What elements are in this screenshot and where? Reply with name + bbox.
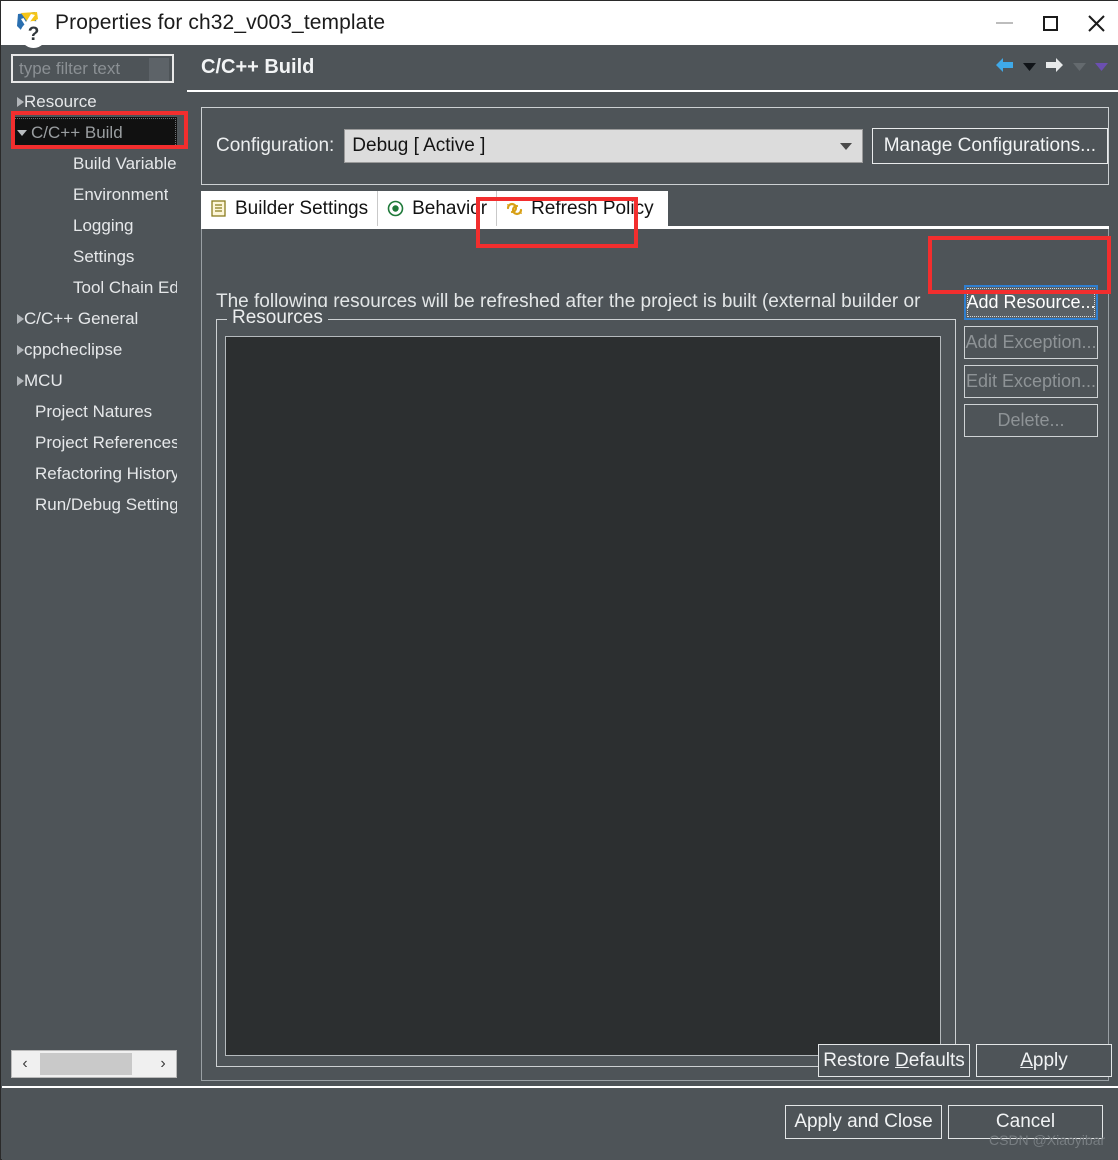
sidebar-item-label: C/C++ General [24,308,139,328]
back-menu-chevron-down-icon[interactable] [1023,59,1036,77]
sidebar-item-cpp-build[interactable]: C/C++ Build [11,117,177,148]
scrollbar-thumb[interactable] [40,1053,132,1075]
tab-label: Behavior [412,197,488,219]
sidebar-item-logging[interactable]: Logging [11,210,177,241]
properties-tree[interactable]: Resource C/C++ Build Build Variables Env… [11,86,177,1088]
sidebar-item-label: Project Natures [35,401,153,421]
apply-button[interactable]: Apply [976,1044,1112,1077]
sidebar-item-run-debug-settings[interactable]: Run/Debug Settings [11,489,177,520]
window-controls [981,1,1118,45]
sidebar-item-refactoring-history[interactable]: Refactoring History [11,458,177,489]
apply-label: Apply [1020,1049,1068,1071]
scroll-left-icon[interactable]: ‹ [12,1051,38,1077]
scroll-right-icon[interactable]: › [150,1051,176,1077]
title-bar: Properties for ch32_v003_template [1,1,1118,45]
watermark-text: CSDN @Xiaoyibar [989,1132,1106,1148]
resources-group-label: Resources [227,307,328,329]
chevron-down-icon[interactable] [17,129,27,136]
chevron-down-icon[interactable] [839,143,852,150]
resource-action-buttons: Add Resource... Add Exception... Edit Ex… [964,285,1098,437]
sidebar-item-label: Environment [73,184,169,204]
forward-arrow-icon[interactable] [1045,57,1064,78]
chevron-right-icon[interactable] [17,313,24,324]
maximize-icon[interactable] [1027,1,1073,45]
sidebar-item-label: Run/Debug Settings [35,494,177,514]
edit-exception-button: Edit Exception... [964,365,1098,398]
add-exception-button: Add Exception... [964,326,1098,359]
properties-dialog-window: Properties for ch32_v003_template Resour… [0,0,1118,1160]
sidebar-item-resource[interactable]: Resource [11,86,177,117]
tab-refresh-policy[interactable]: Refresh Policy [497,191,668,226]
sidebar-item-label: Resource [24,91,97,111]
header-divider [187,90,1118,92]
sidebar-item-cpp-general[interactable]: C/C++ General [11,303,177,334]
tree-horizontal-scrollbar[interactable]: ‹ › [11,1050,177,1078]
page-title: C/C++ Build [201,56,315,78]
sidebar-item-cppcheclipse[interactable]: cppcheclipse [11,334,177,365]
configuration-label: Configuration: [216,135,335,156]
resources-group: Resources [216,307,956,1067]
behavior-target-icon [386,199,405,218]
sidebar-item-mcu[interactable]: MCU [11,365,177,396]
configuration-select[interactable]: Debug [ Active ] [344,129,863,163]
forward-menu-chevron-down-icon[interactable] [1073,59,1086,77]
sidebar-item-label: MCU [24,370,63,390]
back-arrow-icon[interactable] [995,57,1014,78]
chevron-right-icon[interactable] [17,375,24,386]
settings-tree-panel: Resource C/C++ Build Build Variables Env… [2,45,186,1088]
chevron-right-icon[interactable] [17,96,24,107]
sidebar-item-project-references[interactable]: Project References [11,427,177,458]
add-resource-button[interactable]: Add Resource... [964,285,1098,320]
sidebar-item-label: Logging [73,215,134,235]
sidebar-item-label: Refactoring History [35,463,177,483]
window-title: Properties for ch32_v003_template [55,11,386,34]
configuration-selected-value: Debug [ Active ] [352,135,486,156]
sidebar-item-tool-chain-editor[interactable]: Tool Chain Editor [11,272,177,303]
refresh-policy-icon [505,199,524,218]
tab-label: Refresh Policy [531,197,654,219]
chevron-right-icon[interactable] [17,344,24,355]
sidebar-item-environment[interactable]: Environment [11,179,177,210]
view-menu-chevron-down-icon[interactable] [1095,59,1108,77]
tab-builder-settings[interactable]: Builder Settings [201,191,379,226]
minimize-icon[interactable] [981,1,1027,45]
apply-and-close-button[interactable]: Apply and Close [785,1105,942,1139]
sidebar-item-label: Project References [35,432,177,452]
sidebar-item-label: C/C++ Build [31,122,123,142]
filter-box[interactable] [11,54,174,83]
sidebar-item-label: Build Variables [73,153,177,173]
restore-defaults-button[interactable]: Restore Defaults [818,1044,970,1077]
help-question-icon[interactable]: ? [20,21,47,48]
sidebar-item-build-variables[interactable]: Build Variables [11,148,177,179]
resources-list[interactable] [225,336,941,1056]
navigation-icons [995,57,1108,78]
sidebar-item-label: Settings [73,246,135,266]
sidebar-item-label: Tool Chain Editor [73,277,177,297]
manage-configurations-button[interactable]: Manage Configurations... [871,128,1108,164]
delete-button: Delete... [964,404,1098,437]
sidebar-item-label: cppcheclipse [24,339,123,359]
page-header: C/C++ Build [187,45,1118,90]
sidebar-item-project-natures[interactable]: Project Natures [11,396,177,427]
content-panel: C/C++ Build Configuration: Debug [Activ… [187,45,1118,1086]
close-icon[interactable] [1073,1,1118,45]
tab-label: Builder Settings [235,197,369,219]
tab-bar: Builder Settings Behavior Refresh Policy [201,191,1109,226]
refresh-policy-panel: The following resources will be refreshe… [201,229,1109,1081]
restore-defaults-label: Restore Defaults [823,1049,965,1071]
sidebar-item-settings[interactable]: Settings [11,241,177,272]
builder-settings-icon [209,199,228,218]
filter-cursor [149,58,169,81]
configuration-group: Configuration: Debug [ Active ] Manage C… [201,107,1109,185]
tab-behavior[interactable]: Behavior [378,191,498,226]
